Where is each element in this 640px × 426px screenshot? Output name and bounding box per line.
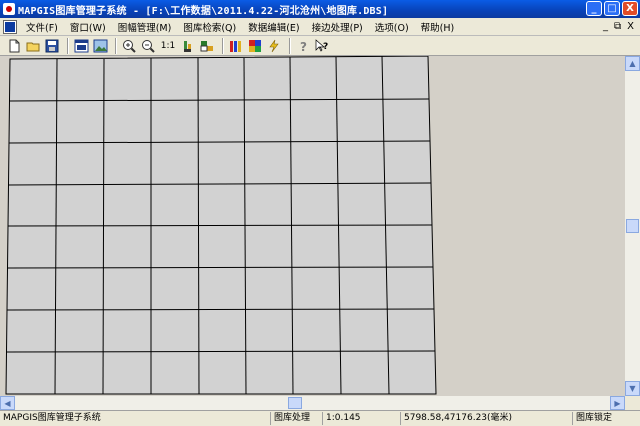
status-system-name: MAPGIS图库管理子系统 — [3, 413, 101, 423]
close-button[interactable]: X — [622, 1, 638, 16]
horizontal-scrollbar[interactable]: ◀ ▶ — [0, 396, 625, 410]
menu-edge-matching[interactable]: 接边处理(P) — [306, 20, 369, 34]
maximize-button[interactable]: □ — [604, 1, 620, 16]
status-mode: 图库处理 — [270, 412, 322, 425]
vertical-scroll-thumb[interactable] — [626, 219, 639, 233]
palette-icon[interactable] — [247, 38, 263, 54]
status-coordinates: 5798.58,47176.23(毫米) — [400, 412, 572, 425]
mdi-restore-button[interactable]: ⧉ — [614, 21, 621, 32]
scroll-up-arrow-icon[interactable]: ▲ — [625, 56, 640, 71]
menu-options[interactable]: 选项(O) — [369, 20, 415, 34]
toolbar-separator — [67, 37, 69, 54]
window-controls: _ □ X — [586, 1, 638, 16]
status-lock: 图库锁定 — [572, 412, 640, 425]
menu-bar: 文件(F) 窗口(W) 图幅管理(M) 图库检索(Q) 数据编辑(E) 接边处理… — [0, 18, 640, 36]
app-icon[interactable] — [3, 3, 15, 15]
context-help-icon[interactable]: ? — [314, 38, 330, 54]
menu-file[interactable]: 文件(F) — [20, 20, 64, 34]
toolbar: 1:1 ? ? — [0, 36, 640, 56]
menu-sheet-management[interactable]: 图幅管理(M) — [112, 20, 178, 34]
menu-data-edit[interactable]: 数据编辑(E) — [242, 20, 305, 34]
scrollbar-corner — [625, 396, 640, 410]
svg-text:?: ? — [323, 42, 328, 52]
map-sheet-grid — [5, 56, 437, 395]
menu-window[interactable]: 窗口(W) — [64, 20, 112, 34]
help-icon[interactable]: ? — [295, 38, 311, 54]
svg-text:?: ? — [300, 40, 307, 53]
save-icon[interactable] — [44, 38, 60, 54]
scroll-left-arrow-icon[interactable]: ◀ — [0, 396, 15, 410]
window-title: MAPGIS图库管理子系统 - [F:\工作数据\2011.4.22-河北沧州\… — [18, 5, 389, 17]
zoom-in-icon[interactable] — [121, 38, 137, 54]
document-icon[interactable] — [3, 19, 17, 34]
scroll-right-arrow-icon[interactable]: ▶ — [610, 396, 625, 410]
zoom-ratio-button[interactable]: 1:1 — [159, 38, 177, 54]
menu-library-search[interactable]: 图库检索(Q) — [177, 20, 242, 34]
map-canvas[interactable] — [0, 56, 625, 396]
toolbar-separator — [115, 37, 117, 54]
status-bar: MAPGIS图库管理子系统 图库处理 1:0.145 5798.58,47176… — [0, 410, 640, 426]
new-file-icon[interactable] — [6, 38, 22, 54]
vertical-scrollbar[interactable]: ▲ ▼ — [625, 56, 640, 396]
toolbar-separator — [289, 37, 291, 54]
minimize-button[interactable]: _ — [586, 1, 602, 16]
menu-help[interactable]: 帮助(H) — [415, 20, 461, 34]
zoom-out-icon[interactable] — [140, 38, 156, 54]
toolbar-separator — [222, 37, 224, 54]
mdi-minimize-button[interactable]: _ — [603, 21, 608, 32]
window-icon[interactable] — [73, 38, 89, 54]
map-sheet-icon[interactable] — [199, 38, 215, 54]
sheet-bars-icon[interactable] — [180, 38, 196, 54]
open-folder-icon[interactable] — [25, 38, 41, 54]
scroll-down-arrow-icon[interactable]: ▼ — [625, 381, 640, 396]
color-bars-icon[interactable] — [228, 38, 244, 54]
mdi-controls: _ ⧉ X — [603, 21, 634, 32]
horizontal-scroll-thumb[interactable] — [288, 397, 302, 409]
title-bar: MAPGIS图库管理子系统 - [F:\工作数据\2011.4.22-河北沧州\… — [0, 0, 640, 18]
image-icon[interactable] — [92, 38, 108, 54]
lightning-icon[interactable] — [266, 38, 282, 54]
mdi-close-button[interactable]: X — [627, 21, 634, 32]
status-scale: 1:0.145 — [322, 412, 400, 425]
